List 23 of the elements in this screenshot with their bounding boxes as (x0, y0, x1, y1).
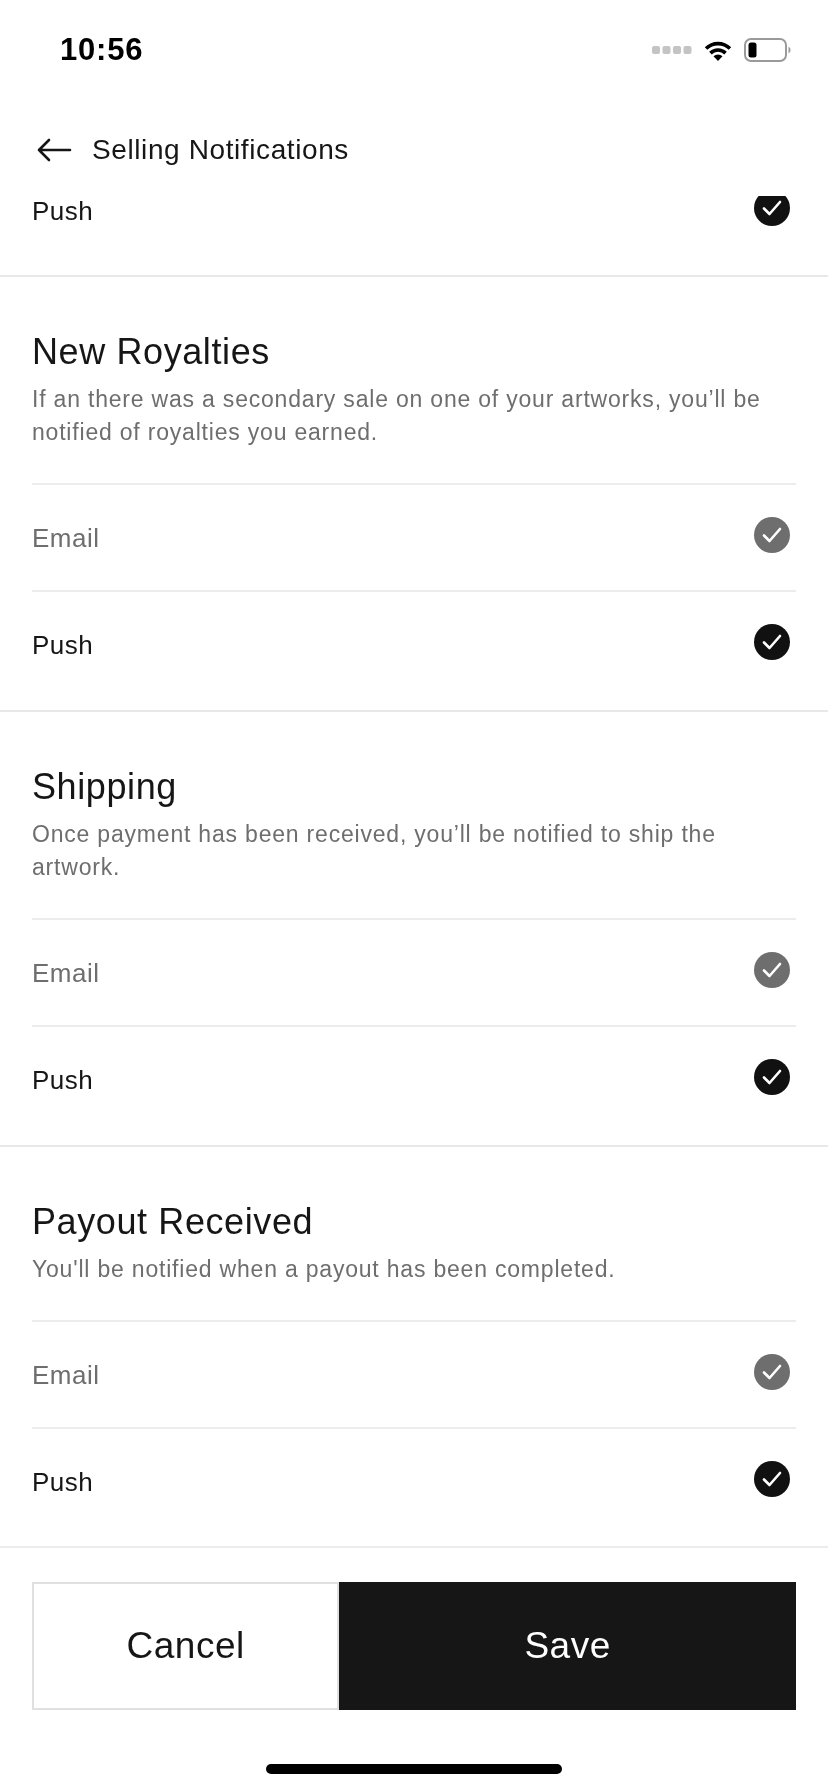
page-title: Selling Notifications (92, 134, 349, 166)
channel-label: Email (32, 959, 100, 986)
section-description: If an there was a secondary sale on one of your artworks, you’ll be notified of royalties you earned. (32, 385, 762, 447)
signal-icon (652, 45, 692, 55)
section-title: Payout Received (32, 1201, 315, 1243)
status-time: 10:56 (60, 32, 144, 68)
channel-label: Push (32, 1066, 94, 1093)
section-title: Shipping (32, 766, 178, 808)
channel-label: Push (32, 631, 94, 658)
check-circle-icon[interactable] (754, 1460, 790, 1497)
channel-label: Email (32, 524, 100, 551)
save-button[interactable]: Save (339, 1582, 796, 1710)
section-title: New Royalties (32, 331, 271, 373)
check-circle-icon[interactable] (754, 1058, 790, 1095)
section-description: Once payment has been received, you’ll be notified to ship the artwork. (32, 820, 717, 882)
back-arrow-icon[interactable] (36, 138, 72, 162)
channel-label: Email (32, 1361, 100, 1388)
cancel-button[interactable]: Cancel (32, 1582, 340, 1710)
channel-label: Push (32, 197, 94, 224)
battery-icon (744, 38, 792, 62)
check-circle-icon[interactable] (754, 623, 790, 660)
section-description: You'll be notified when a payout has been completed. (32, 1255, 617, 1284)
channel-label: Push (32, 1468, 94, 1495)
